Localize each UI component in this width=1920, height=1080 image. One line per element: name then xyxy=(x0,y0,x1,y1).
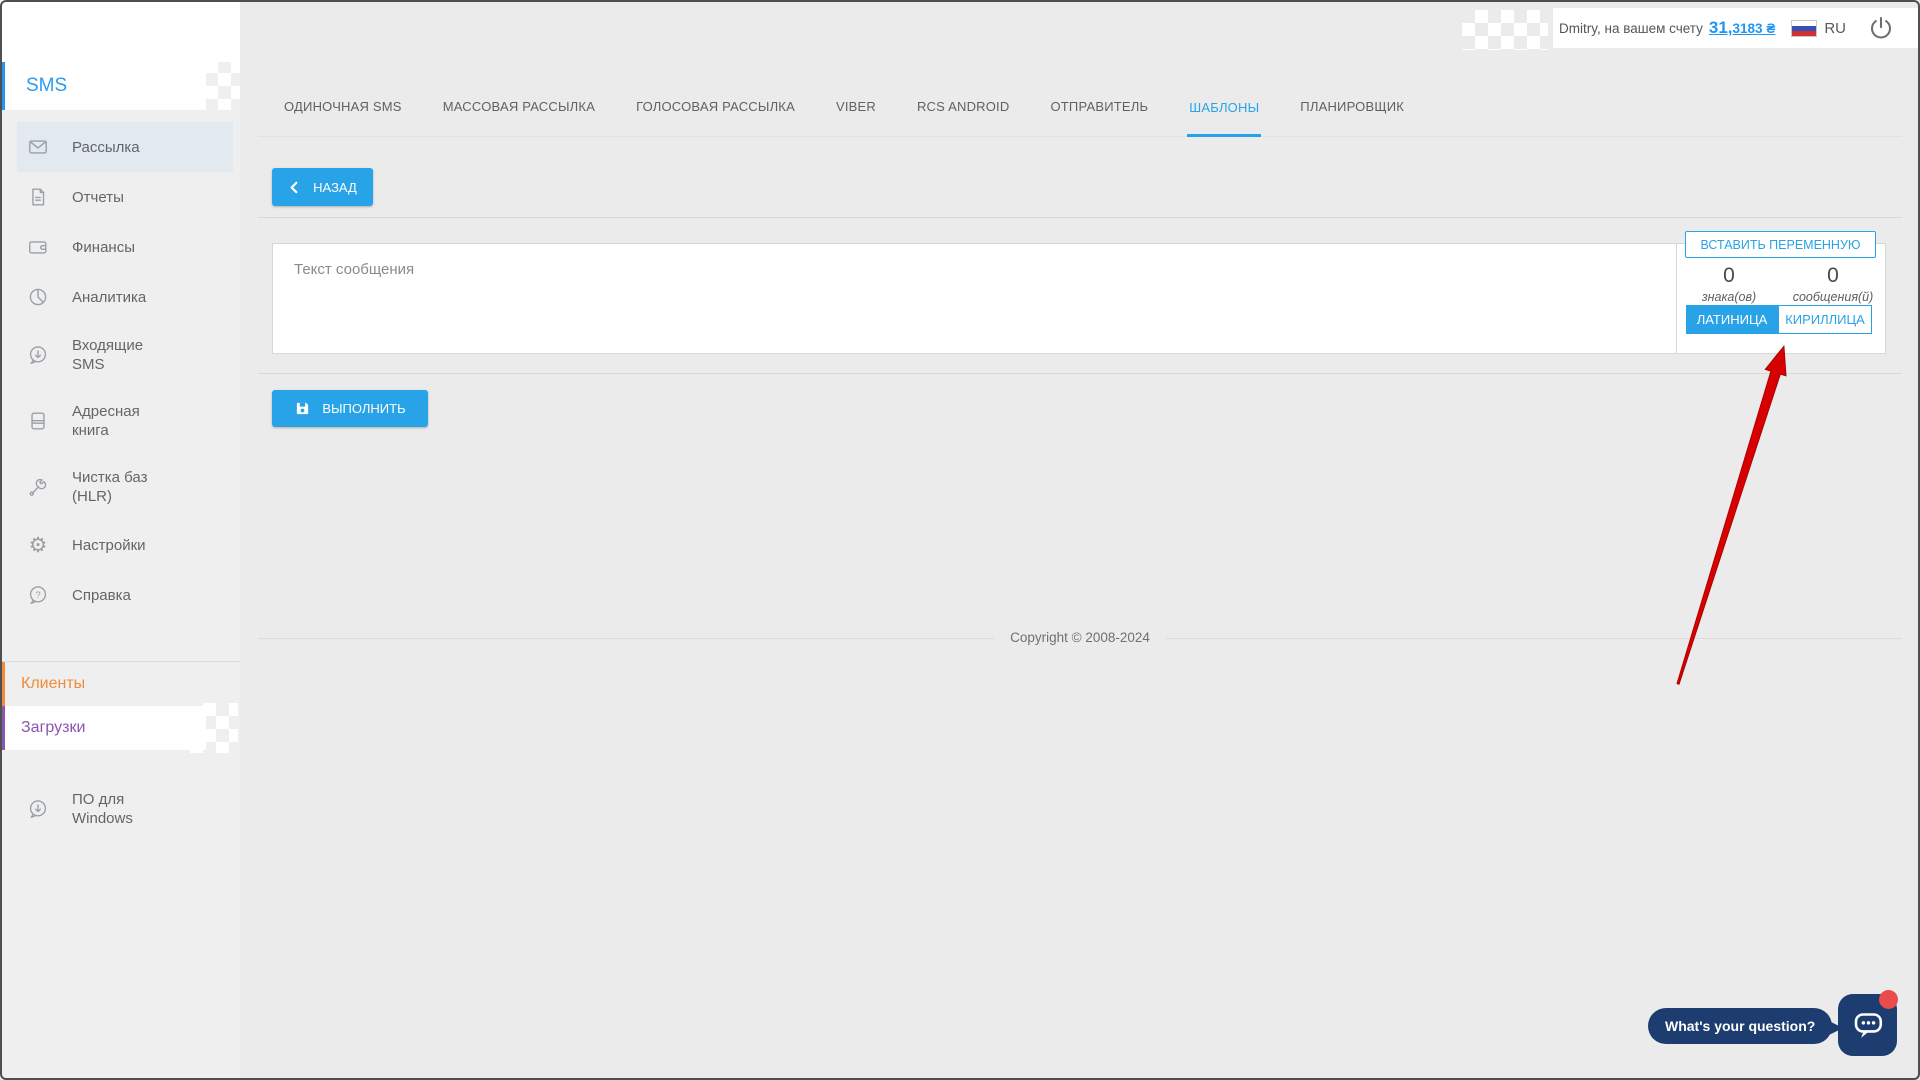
sidebar-section-sms[interactable]: SMS xyxy=(0,62,206,110)
sidebar-header: SMS xyxy=(0,0,240,110)
submit-button[interactable]: ВЫПОЛНИТЬ xyxy=(272,390,428,427)
sms-section-label: SMS xyxy=(26,75,67,97)
sidebar-menu: Рассылка Отчеты Финансы Аналитика Входящ… xyxy=(0,122,240,620)
chat-bubble-icon xyxy=(1850,1007,1886,1043)
address-book-icon xyxy=(27,410,49,432)
sidebar-item-po-dlya-windows[interactable]: ПО для Windows xyxy=(17,776,233,842)
download-bubble-icon xyxy=(27,798,49,820)
sidebar-item-vhodyashchie-sms[interactable]: Входящие SMS xyxy=(17,322,233,388)
char-caption: знака(ов) xyxy=(1677,290,1781,304)
sidebar-item-spravka[interactable]: ? Справка xyxy=(17,570,233,620)
main-content: ОДИНОЧНАЯ SMS МАССОВАЯ РАССЫЛКА ГОЛОСОВА… xyxy=(240,0,1920,1080)
back-button[interactable]: НАЗАД xyxy=(272,168,373,206)
sidebar: SMS Рассылка Отчеты Финансы Анал xyxy=(0,0,240,1080)
logout-power-icon[interactable] xyxy=(1868,15,1894,41)
counters: 0 знака(ов) 0 сообщения(й) xyxy=(1677,264,1885,304)
sidebar-section-clients[interactable]: Клиенты xyxy=(0,662,240,706)
svg-text:?: ? xyxy=(35,590,40,601)
clients-active-bar xyxy=(0,662,5,706)
wrench-icon xyxy=(27,476,49,498)
pie-chart-icon xyxy=(27,286,49,308)
sidebar-item-finansy[interactable]: Финансы xyxy=(17,222,233,272)
cyrillic-toggle-button[interactable]: КИРИЛЛИЦА xyxy=(1778,305,1872,334)
help-bubble-icon: ? xyxy=(27,584,49,606)
tab-voice-mailing[interactable]: ГОЛОСОВАЯ РАССЫЛКА xyxy=(634,99,797,136)
gear-icon: ⚙ xyxy=(27,534,49,556)
sidebar-item-otchety[interactable]: Отчеты xyxy=(17,172,233,222)
tab-templates[interactable]: ШАБЛОНЫ xyxy=(1187,100,1261,137)
tab-scheduler[interactable]: ПЛАНИРОВЩИК xyxy=(1298,99,1406,136)
sidebar-item-adresnaya-kniga[interactable]: Адресная книга xyxy=(17,388,233,454)
wallet-icon xyxy=(27,236,49,258)
message-caption: сообщения(й) xyxy=(1781,290,1885,304)
divider xyxy=(258,217,1902,218)
tab-rcs-android[interactable]: RCS ANDROID xyxy=(915,99,1012,136)
sidebar-item-analitika[interactable]: Аналитика xyxy=(17,272,233,322)
alphabet-toggle: ЛАТИНИЦА КИРИЛЛИЦА xyxy=(1686,305,1872,334)
chevron-left-icon xyxy=(288,181,299,194)
incoming-bubble-icon xyxy=(27,344,49,366)
sidebar-item-rassylka[interactable]: Рассылка xyxy=(17,122,233,172)
copyright: Copyright © 2008-2024 xyxy=(258,638,1902,657)
language-selector[interactable]: RU xyxy=(1824,20,1846,37)
chat-bubble-tail xyxy=(1829,1021,1843,1035)
document-icon xyxy=(27,186,49,208)
sidebar-item-nastroyki[interactable]: ⚙ Настройки xyxy=(17,520,233,570)
message-panel: Текст сообщения ВСТАВИТЬ ПЕРЕМЕННУЮ 0 зн… xyxy=(272,243,1886,354)
sidebar-item-chistka-baz-hlr[interactable]: Чистка баз (HLR) xyxy=(17,454,233,520)
divider xyxy=(258,373,1902,374)
downloads-active-bar xyxy=(0,706,5,750)
char-counter: 0 знака(ов) xyxy=(1677,264,1781,304)
tab-sender[interactable]: ОТПРАВИТЕЛЬ xyxy=(1048,99,1150,136)
chat-question-bubble[interactable]: What's your question? xyxy=(1648,1008,1832,1044)
save-icon xyxy=(294,400,311,417)
account-greeting: Dmitry, на вашем счету xyxy=(1559,21,1703,36)
message-counter: 0 сообщения(й) xyxy=(1781,264,1885,304)
insert-variable-button[interactable]: ВСТАВИТЬ ПЕРЕМЕННУЮ xyxy=(1685,231,1876,258)
message-text-input[interactable]: Текст сообщения xyxy=(273,244,1675,353)
account-bar: Dmitry, на вашем счету 31,3183 ₴ RU xyxy=(1553,8,1918,48)
message-placeholder: Текст сообщения xyxy=(294,261,414,278)
chat-notification-dot xyxy=(1879,990,1898,1009)
message-count: 0 xyxy=(1781,264,1885,288)
char-count: 0 xyxy=(1677,264,1781,288)
message-counters-panel: ВСТАВИТЬ ПЕРЕМЕННУЮ 0 знака(ов) 0 сообще… xyxy=(1676,244,1885,353)
tab-viber[interactable]: VIBER xyxy=(834,99,878,136)
latin-toggle-button[interactable]: ЛАТИНИЦА xyxy=(1686,305,1778,334)
tab-mass-mailing[interactable]: МАССОВАЯ РАССЫЛКА xyxy=(441,99,597,136)
tab-single-sms[interactable]: ОДИНОЧНАЯ SMS xyxy=(282,99,404,136)
sidebar-header-gray-patch xyxy=(206,62,240,110)
envelope-icon xyxy=(27,136,49,158)
pixel-decoration xyxy=(190,703,238,753)
sidebar-section-downloads[interactable]: Загрузки xyxy=(0,706,206,750)
balance-link[interactable]: 31,3183 ₴ xyxy=(1709,18,1775,38)
sms-active-bar xyxy=(0,62,5,110)
russia-flag-icon xyxy=(1791,20,1817,37)
